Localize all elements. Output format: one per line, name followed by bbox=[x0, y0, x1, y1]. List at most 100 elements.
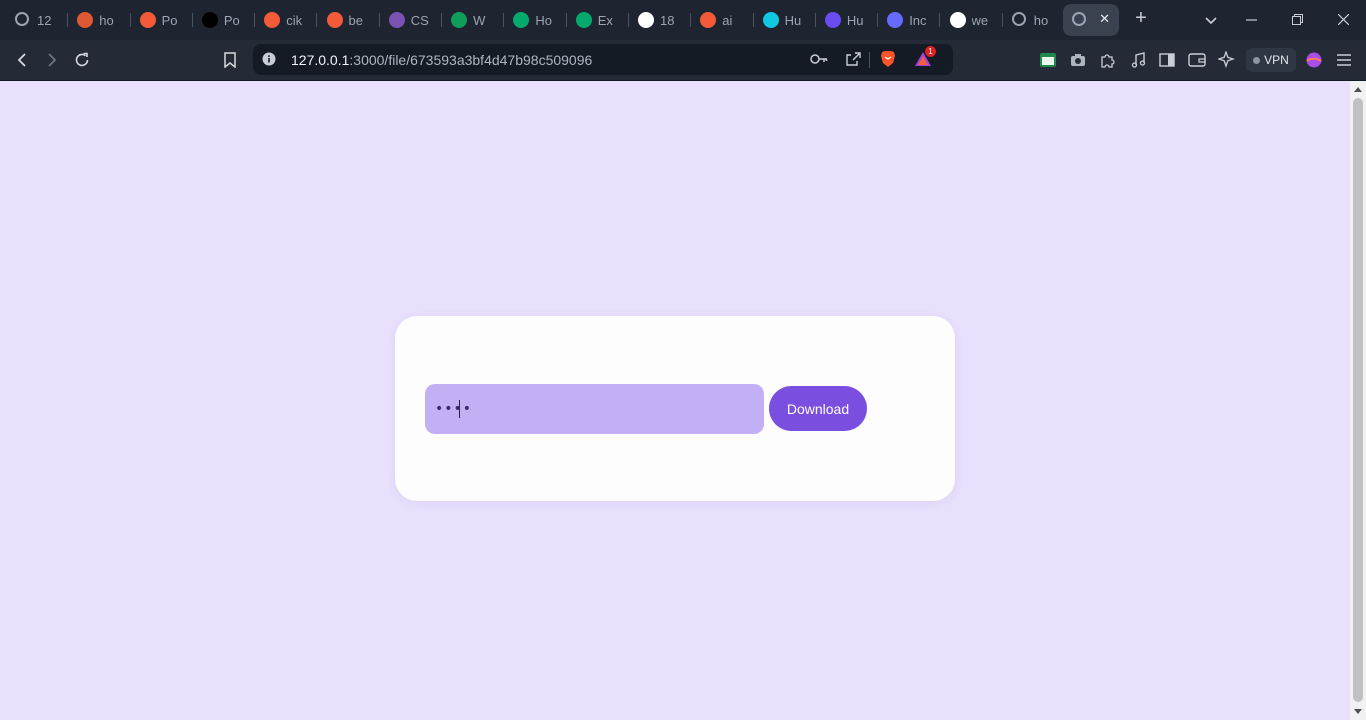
restore-button[interactable] bbox=[1287, 10, 1307, 30]
codepen-icon bbox=[638, 12, 654, 28]
wallet-button[interactable] bbox=[1187, 50, 1207, 70]
scrollbar-thumb[interactable] bbox=[1353, 98, 1363, 702]
leo-ai-button[interactable] bbox=[1217, 50, 1237, 70]
globe-icon bbox=[15, 12, 29, 26]
w3-icon bbox=[513, 12, 530, 28]
browser-tab[interactable]: ai bbox=[691, 4, 754, 36]
browser-tab[interactable]: ho bbox=[1003, 4, 1066, 36]
main-menu-button[interactable] bbox=[1334, 50, 1354, 70]
close-window-button[interactable] bbox=[1333, 10, 1353, 30]
browser-tab[interactable]: ho bbox=[68, 4, 131, 36]
page-viewport: Download bbox=[0, 81, 1350, 720]
forward-button[interactable] bbox=[42, 50, 62, 70]
tab-title: be bbox=[348, 13, 363, 28]
browser-tab[interactable]: we bbox=[941, 4, 1003, 36]
tab-strip: 12 ho Po Po cik be CS W Ho Ex 18 ai Hu Hu Inc we ho ✕ + bbox=[0, 0, 1366, 40]
globe-icon bbox=[1072, 12, 1086, 26]
browser-tab[interactable]: 18 bbox=[629, 4, 692, 36]
profile-button[interactable] bbox=[1304, 50, 1324, 70]
tab-title: cik bbox=[286, 13, 303, 28]
forward-arrow-icon bbox=[48, 53, 57, 67]
divider bbox=[869, 52, 870, 68]
sidebar-button[interactable] bbox=[1157, 50, 1177, 70]
browser-tab[interactable]: Ex bbox=[567, 4, 629, 36]
download-card: Download bbox=[395, 316, 955, 501]
minimize-button[interactable] bbox=[1241, 10, 1261, 30]
extension-wallet-button[interactable] bbox=[1038, 50, 1058, 70]
info-icon bbox=[262, 52, 276, 66]
browser-tab[interactable]: be bbox=[318, 4, 380, 36]
bookmark-button[interactable] bbox=[220, 50, 240, 70]
brave-icon bbox=[700, 12, 717, 28]
brave-icon bbox=[139, 12, 156, 28]
extensions-button[interactable] bbox=[1098, 50, 1118, 70]
browser-tab[interactable]: Ho bbox=[504, 4, 567, 36]
browser-tab[interactable]: ✕ bbox=[1063, 4, 1119, 36]
github-icon bbox=[949, 12, 966, 28]
share-button[interactable] bbox=[843, 49, 863, 69]
reload-button[interactable] bbox=[72, 50, 92, 70]
back-button[interactable] bbox=[12, 50, 32, 70]
browser-tab[interactable]: Hu bbox=[816, 4, 879, 36]
scroll-down-arrow-icon[interactable] bbox=[1354, 709, 1362, 714]
close-icon bbox=[1337, 13, 1349, 26]
browser-toolbar: 127.0.0.1:3000/file/673593a3bf4d47b98c50… bbox=[0, 40, 1366, 113]
site-info-button[interactable] bbox=[259, 49, 279, 69]
sparkle-icon bbox=[1218, 51, 1235, 68]
restore-icon bbox=[1291, 14, 1303, 25]
rewards-notification-badge: 1 bbox=[925, 46, 936, 57]
tab-title: 18 bbox=[660, 13, 675, 28]
chevron-down-icon bbox=[1205, 17, 1217, 25]
reload-icon bbox=[75, 52, 89, 67]
browser-tab[interactable]: W bbox=[442, 4, 505, 36]
tab-title: Ho bbox=[535, 13, 553, 28]
vpn-status-icon bbox=[1253, 56, 1261, 64]
bookmark-icon bbox=[224, 52, 236, 68]
back-arrow-icon bbox=[17, 53, 26, 67]
address-bar[interactable]: 127.0.0.1:3000/file/673593a3bf4d47b98c50… bbox=[253, 44, 953, 75]
sidebar-icon bbox=[1159, 53, 1175, 67]
minimize-icon bbox=[1245, 19, 1257, 21]
password-input[interactable] bbox=[425, 384, 764, 434]
download-button[interactable]: Download bbox=[769, 386, 867, 431]
password-key-button[interactable] bbox=[809, 49, 829, 69]
tab-title: Ex bbox=[597, 13, 613, 28]
webflow-icon bbox=[451, 12, 468, 28]
tab-title: W bbox=[473, 13, 486, 28]
tab-title: ho bbox=[1033, 13, 1049, 28]
url-host: 127.0.0.1 bbox=[291, 52, 350, 68]
browser-tab[interactable]: Inc bbox=[878, 4, 941, 36]
vite-icon bbox=[887, 12, 904, 28]
text-caret bbox=[459, 400, 460, 418]
brave-shields-button[interactable] bbox=[878, 49, 898, 69]
url-path: :3000/file/673593a3bf4d47b98c509096 bbox=[349, 52, 593, 68]
tab-search-button[interactable] bbox=[1201, 10, 1221, 30]
browser-tab[interactable]: Hu bbox=[754, 4, 816, 36]
w3-icon bbox=[575, 12, 592, 28]
tab-title: Po bbox=[223, 13, 240, 28]
ai-icon bbox=[762, 12, 779, 28]
url-text: 127.0.0.1:3000/file/673593a3bf4d47b98c50… bbox=[291, 52, 592, 68]
browser-tab[interactable]: 12 bbox=[6, 4, 69, 36]
screenshot-button[interactable] bbox=[1068, 50, 1088, 70]
browser-tab[interactable]: Po bbox=[131, 4, 193, 36]
browser-tab[interactable]: CS bbox=[380, 4, 443, 36]
avatar-icon bbox=[1306, 52, 1322, 68]
close-tab-icon[interactable]: ✕ bbox=[1099, 11, 1110, 27]
hamburger-menu-icon bbox=[1337, 54, 1351, 66]
tab-title: Hu bbox=[846, 13, 864, 28]
tab-title: Po bbox=[161, 13, 178, 28]
globe-icon bbox=[1011, 12, 1026, 26]
browser-tab[interactable]: Po bbox=[193, 4, 256, 36]
page-scrollbar[interactable] bbox=[1350, 81, 1366, 720]
scroll-up-arrow-icon[interactable] bbox=[1354, 87, 1362, 92]
vpn-button[interactable]: VPN bbox=[1246, 48, 1296, 72]
tab-title: we bbox=[971, 13, 989, 28]
media-button[interactable] bbox=[1128, 50, 1148, 70]
key-icon bbox=[810, 54, 828, 64]
browser-tab[interactable]: cik bbox=[255, 4, 318, 36]
ai-icon bbox=[824, 12, 841, 28]
tab-title: ho bbox=[99, 13, 114, 28]
tab-title: Inc bbox=[909, 13, 927, 28]
new-tab-button[interactable]: + bbox=[1131, 8, 1151, 28]
